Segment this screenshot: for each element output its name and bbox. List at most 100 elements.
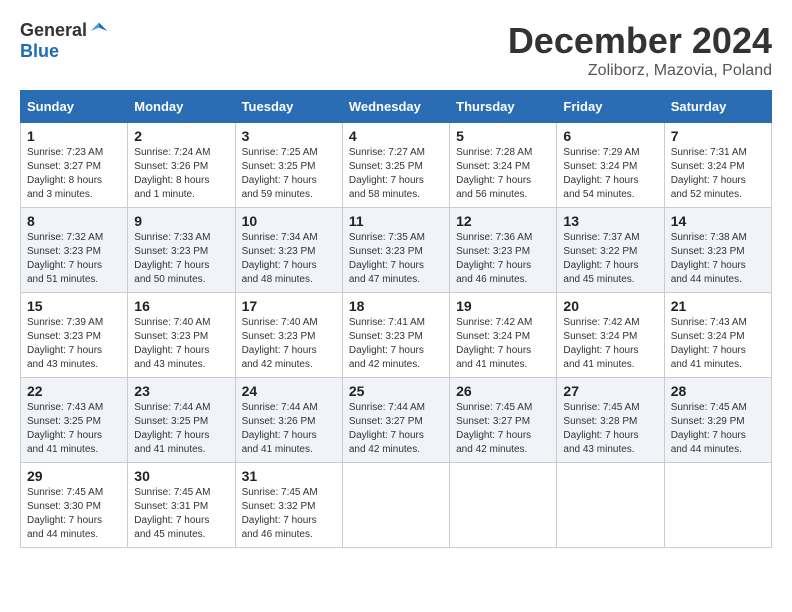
calendar-week-row: 29 Sunrise: 7:45 AMSunset: 3:30 PMDayligh…: [21, 463, 772, 548]
day-info: Sunrise: 7:45 AMSunset: 3:27 PMDaylight:…: [456, 401, 550, 457]
day-number: 20: [563, 298, 657, 314]
day-number: 25: [349, 383, 443, 399]
day-info: Sunrise: 7:39 AMSunset: 3:23 PMDaylight:…: [27, 316, 121, 372]
logo: General Blue: [20, 20, 109, 62]
day-number: 5: [456, 128, 550, 144]
month-title: December 2024: [508, 20, 772, 62]
calendar-cell: 29 Sunrise: 7:45 AMSunset: 3:30 PMDayligh…: [21, 463, 128, 548]
location-title: Zoliborz, Mazovia, Poland: [508, 62, 772, 80]
day-number: 21: [671, 298, 765, 314]
calendar-cell: 18Sunrise: 7:41 AMSunset: 3:23 PMDayligh…: [342, 293, 449, 378]
day-number: 14: [671, 213, 765, 229]
calendar-cell: 3 Sunrise: 7:25 AMSunset: 3:25 PMDaylight…: [235, 123, 342, 208]
calendar-cell: [342, 463, 449, 548]
column-header-saturday: Saturday: [664, 91, 771, 123]
day-number: 29: [27, 468, 121, 484]
day-info: Sunrise: 7:36 AMSunset: 3:23 PMDaylight:…: [456, 231, 550, 287]
day-info: Sunrise: 7:45 AMSunset: 3:29 PMDaylight:…: [671, 401, 765, 457]
day-info: Sunrise: 7:25 AMSunset: 3:25 PMDaylight:…: [242, 146, 336, 202]
column-header-wednesday: Wednesday: [342, 91, 449, 123]
day-info: Sunrise: 7:42 AMSunset: 3:24 PMDaylight:…: [563, 316, 657, 372]
calendar-cell: 26Sunrise: 7:45 AMSunset: 3:27 PMDayligh…: [450, 378, 557, 463]
logo-blue-text: Blue: [20, 41, 59, 62]
calendar-cell: 31Sunrise: 7:45 AMSunset: 3:32 PMDayligh…: [235, 463, 342, 548]
day-info: Sunrise: 7:32 AMSunset: 3:23 PMDaylight:…: [27, 231, 121, 287]
day-number: 13: [563, 213, 657, 229]
calendar-cell: 22 Sunrise: 7:43 AMSunset: 3:25 PMDayligh…: [21, 378, 128, 463]
calendar-cell: 15 Sunrise: 7:39 AMSunset: 3:23 PMDayligh…: [21, 293, 128, 378]
day-info: Sunrise: 7:42 AMSunset: 3:24 PMDaylight:…: [456, 316, 550, 372]
day-info: Sunrise: 7:35 AMSunset: 3:23 PMDaylight:…: [349, 231, 443, 287]
day-number: 15: [27, 298, 121, 314]
calendar-cell: 12 Sunrise: 7:36 AMSunset: 3:23 PMDayligh…: [450, 208, 557, 293]
calendar-cell: 1Sunrise: 7:23 AMSunset: 3:27 PMDaylight…: [21, 123, 128, 208]
calendar-cell: 11 Sunrise: 7:35 AMSunset: 3:23 PMDayligh…: [342, 208, 449, 293]
calendar-cell: 4 Sunrise: 7:27 AMSunset: 3:25 PMDaylight…: [342, 123, 449, 208]
calendar-cell: 13Sunrise: 7:37 AMSunset: 3:22 PMDayligh…: [557, 208, 664, 293]
calendar-table: SundayMondayTuesdayWednesdayThursdayFrid…: [20, 90, 772, 548]
day-number: 28: [671, 383, 765, 399]
day-number: 17: [242, 298, 336, 314]
day-number: 24: [242, 383, 336, 399]
day-info: Sunrise: 7:31 AMSunset: 3:24 PMDaylight:…: [671, 146, 765, 202]
day-number: 22: [27, 383, 121, 399]
day-info: Sunrise: 7:43 AMSunset: 3:25 PMDaylight:…: [27, 401, 121, 457]
calendar-cell: 20 Sunrise: 7:42 AMSunset: 3:24 PMDayligh…: [557, 293, 664, 378]
calendar-cell: [450, 463, 557, 548]
column-header-monday: Monday: [128, 91, 235, 123]
calendar-cell: 30Sunrise: 7:45 AMSunset: 3:31 PMDayligh…: [128, 463, 235, 548]
calendar-cell: 10 Sunrise: 7:34 AMSunset: 3:23 PMDayligh…: [235, 208, 342, 293]
day-info: Sunrise: 7:44 AMSunset: 3:25 PMDaylight:…: [134, 401, 228, 457]
calendar-header-row: SundayMondayTuesdayWednesdayThursdayFrid…: [21, 91, 772, 123]
day-info: Sunrise: 7:23 AMSunset: 3:27 PMDaylight:…: [27, 146, 121, 202]
calendar-cell: 27 Sunrise: 7:45 AMSunset: 3:28 PMDayligh…: [557, 378, 664, 463]
day-info: Sunrise: 7:27 AMSunset: 3:25 PMDaylight:…: [349, 146, 443, 202]
calendar-week-row: 1Sunrise: 7:23 AMSunset: 3:27 PMDaylight…: [21, 123, 772, 208]
day-info: Sunrise: 7:45 AMSunset: 3:28 PMDaylight:…: [563, 401, 657, 457]
day-info: Sunrise: 7:45 AMSunset: 3:31 PMDaylight:…: [134, 486, 228, 542]
calendar-cell: [664, 463, 771, 548]
day-number: 19: [456, 298, 550, 314]
day-number: 27: [563, 383, 657, 399]
calendar-cell: 23Sunrise: 7:44 AMSunset: 3:25 PMDayligh…: [128, 378, 235, 463]
day-info: Sunrise: 7:45 AMSunset: 3:30 PMDaylight:…: [27, 486, 121, 542]
calendar-cell: 5 Sunrise: 7:28 AMSunset: 3:24 PMDaylight…: [450, 123, 557, 208]
calendar-cell: 24 Sunrise: 7:44 AMSunset: 3:26 PMDayligh…: [235, 378, 342, 463]
column-header-friday: Friday: [557, 91, 664, 123]
logo-icon: [89, 21, 109, 41]
day-number: 10: [242, 213, 336, 229]
calendar-cell: 6Sunrise: 7:29 AMSunset: 3:24 PMDaylight…: [557, 123, 664, 208]
day-number: 2: [134, 128, 228, 144]
day-info: Sunrise: 7:40 AMSunset: 3:23 PMDaylight:…: [134, 316, 228, 372]
calendar-cell: 21 Sunrise: 7:43 AMSunset: 3:24 PMDayligh…: [664, 293, 771, 378]
calendar-week-row: 8Sunrise: 7:32 AMSunset: 3:23 PMDaylight…: [21, 208, 772, 293]
calendar-cell: 17Sunrise: 7:40 AMSunset: 3:23 PMDayligh…: [235, 293, 342, 378]
day-info: Sunrise: 7:28 AMSunset: 3:24 PMDaylight:…: [456, 146, 550, 202]
day-number: 7: [671, 128, 765, 144]
day-info: Sunrise: 7:43 AMSunset: 3:24 PMDaylight:…: [671, 316, 765, 372]
title-area: December 2024 Zoliborz, Mazovia, Poland: [508, 20, 772, 80]
day-number: 11: [349, 213, 443, 229]
column-header-tuesday: Tuesday: [235, 91, 342, 123]
logo-general-text: General: [20, 20, 87, 41]
calendar-cell: 25Sunrise: 7:44 AMSunset: 3:27 PMDayligh…: [342, 378, 449, 463]
calendar-cell: [557, 463, 664, 548]
calendar-cell: 19 Sunrise: 7:42 AMSunset: 3:24 PMDayligh…: [450, 293, 557, 378]
day-info: Sunrise: 7:34 AMSunset: 3:23 PMDaylight:…: [242, 231, 336, 287]
day-number: 3: [242, 128, 336, 144]
header: General Blue December 2024 Zoliborz, Maz…: [20, 20, 772, 80]
day-number: 18: [349, 298, 443, 314]
day-number: 12: [456, 213, 550, 229]
calendar-cell: 9Sunrise: 7:33 AMSunset: 3:23 PMDaylight…: [128, 208, 235, 293]
day-number: 9: [134, 213, 228, 229]
day-number: 4: [349, 128, 443, 144]
day-info: Sunrise: 7:24 AMSunset: 3:26 PMDaylight:…: [134, 146, 228, 202]
day-number: 6: [563, 128, 657, 144]
day-info: Sunrise: 7:45 AMSunset: 3:32 PMDaylight:…: [242, 486, 336, 542]
calendar-cell: 28 Sunrise: 7:45 AMSunset: 3:29 PMDayligh…: [664, 378, 771, 463]
calendar-cell: 2 Sunrise: 7:24 AMSunset: 3:26 PMDaylight…: [128, 123, 235, 208]
day-info: Sunrise: 7:44 AMSunset: 3:26 PMDaylight:…: [242, 401, 336, 457]
column-header-sunday: Sunday: [21, 91, 128, 123]
calendar-week-row: 15 Sunrise: 7:39 AMSunset: 3:23 PMDayligh…: [21, 293, 772, 378]
calendar-cell: 7 Sunrise: 7:31 AMSunset: 3:24 PMDaylight…: [664, 123, 771, 208]
